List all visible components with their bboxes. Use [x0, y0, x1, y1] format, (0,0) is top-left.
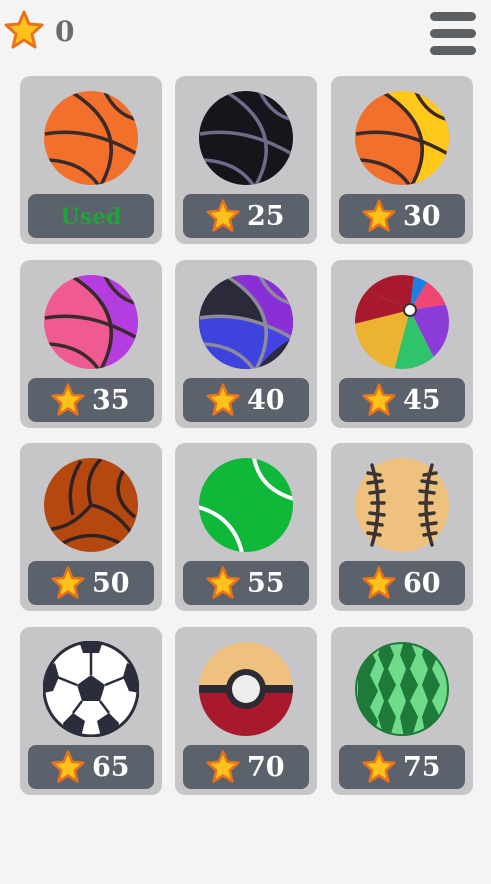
menu-button[interactable] [430, 10, 478, 56]
star-icon [362, 199, 396, 232]
item-price-label: 60 [403, 568, 441, 599]
item-price-label: 75 [403, 752, 441, 783]
item-price-label: 30 [403, 201, 441, 232]
item-price-label: 50 [92, 568, 130, 599]
star-icon [206, 566, 240, 599]
shop-item-card[interactable]: 50 [20, 443, 162, 611]
price-button[interactable]: 30 [339, 194, 465, 238]
price-button[interactable]: 70 [183, 745, 309, 789]
top-bar: 0 [0, 0, 491, 64]
item-price-label: 65 [92, 752, 130, 783]
volleyball-icon [44, 458, 138, 552]
star-icon [206, 199, 240, 232]
item-price-label: 35 [92, 385, 130, 416]
orange-basketball-icon [44, 91, 138, 185]
shop-item-card[interactable]: 35 [20, 260, 162, 428]
star-icon [51, 566, 85, 599]
item-price-label: 25 [247, 201, 285, 232]
star-coin-icon [4, 10, 44, 49]
star-icon [362, 750, 396, 783]
soccer-ball-icon [43, 641, 139, 737]
coin-count: 0 [55, 15, 75, 48]
price-button[interactable]: 35 [28, 378, 154, 422]
item-price-label: Used [60, 204, 122, 230]
price-button[interactable]: 75 [339, 745, 465, 789]
orange-yellow-basketball-icon [355, 91, 449, 185]
shop-item-card[interactable]: 55 [175, 443, 317, 611]
price-button[interactable]: 50 [28, 561, 154, 605]
used-badge: Used [28, 194, 154, 238]
black-basketball-icon [199, 91, 293, 185]
shop-item-card[interactable]: 60 [331, 443, 473, 611]
shop-item-card[interactable]: 40 [175, 260, 317, 428]
shop-item-card[interactable]: 75 [331, 627, 473, 795]
pink-purple-basketball-icon [44, 275, 138, 369]
menu-bar-icon [430, 12, 476, 21]
star-icon [51, 383, 85, 416]
star-icon [206, 383, 240, 416]
watermelon-ball-icon [355, 642, 449, 736]
shop-item-card[interactable]: 25 [175, 76, 317, 244]
star-icon [206, 750, 240, 783]
pokeball-icon [199, 642, 293, 736]
item-price-label: 55 [247, 568, 285, 599]
shop-item-card[interactable]: 45 [331, 260, 473, 428]
shop-item-card[interactable]: 70 [175, 627, 317, 795]
menu-bar-icon [430, 46, 476, 55]
price-button[interactable]: 65 [28, 745, 154, 789]
price-button[interactable]: 45 [339, 378, 465, 422]
star-icon [362, 383, 396, 416]
price-button[interactable]: 25 [183, 194, 309, 238]
shop-item-card[interactable]: 65 [20, 627, 162, 795]
price-button[interactable]: 60 [339, 561, 465, 605]
tennis-ball-icon [199, 458, 293, 552]
menu-bar-icon [430, 29, 476, 38]
price-button[interactable]: 40 [183, 378, 309, 422]
item-price-label: 70 [247, 752, 285, 783]
baseball-icon [355, 458, 449, 552]
star-icon [51, 750, 85, 783]
shop-item-card[interactable]: 30 [331, 76, 473, 244]
purple-blue-basketball-icon [199, 275, 293, 369]
beach-ball-icon [355, 275, 449, 369]
star-icon [362, 566, 396, 599]
shop-item-card[interactable]: Used [20, 76, 162, 244]
item-price-label: 40 [247, 385, 285, 416]
item-price-label: 45 [403, 385, 441, 416]
price-button[interactable]: 55 [183, 561, 309, 605]
